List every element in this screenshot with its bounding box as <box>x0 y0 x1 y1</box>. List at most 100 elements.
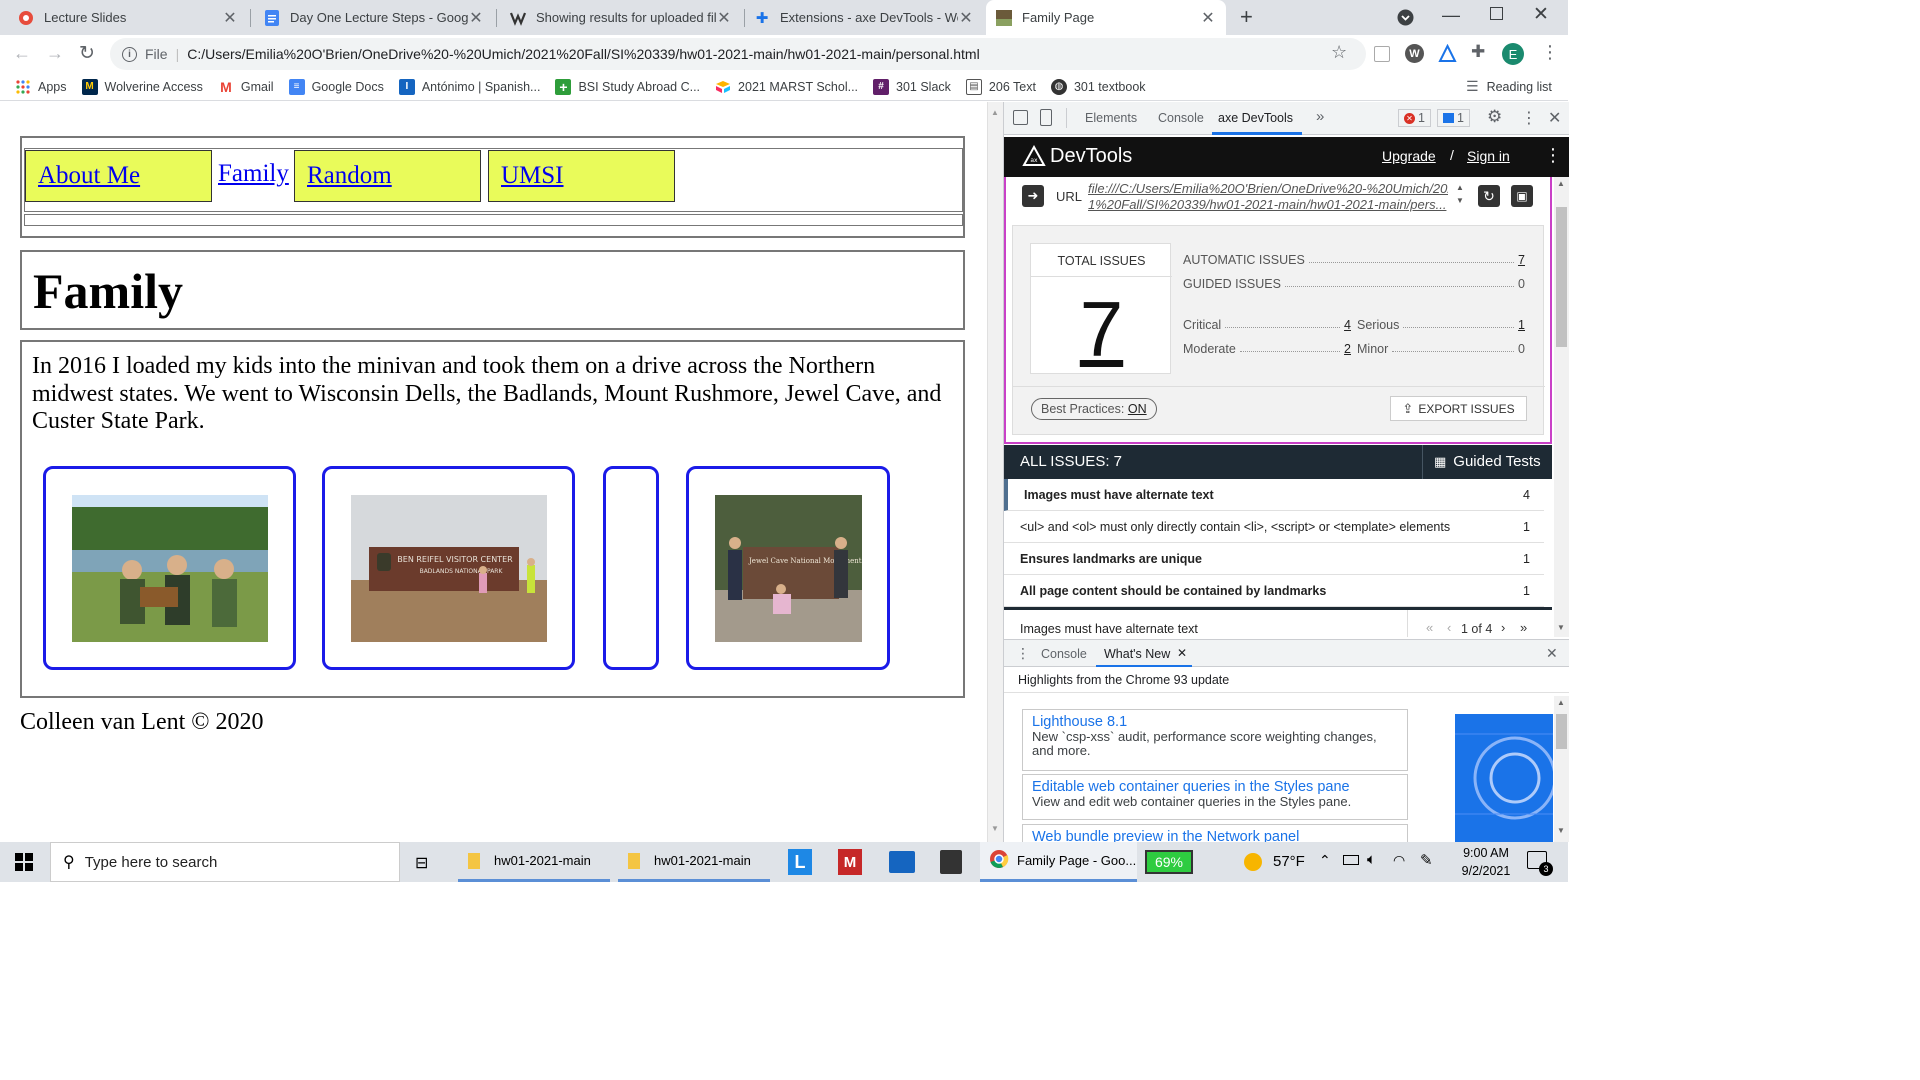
issue-row-landmark-unique[interactable]: Ensures landmarks are unique 1 <box>1004 543 1544 575</box>
nav-link-family[interactable]: Family <box>218 160 289 187</box>
whats-new-card-container-queries[interactable]: Editable web container queries in the St… <box>1022 774 1408 820</box>
best-practices-toggle[interactable]: Best Practices: ON <box>1031 398 1157 420</box>
next-page-icon[interactable]: › <box>1501 620 1505 635</box>
store-icon[interactable] <box>940 850 962 874</box>
battery-meter[interactable]: 69% <box>1145 850 1193 874</box>
tab-console[interactable]: Console <box>1158 111 1204 125</box>
task-view-icon[interactable]: ⊟ <box>415 853 428 873</box>
devtools-settings-gear-icon[interactable]: ⚙ <box>1487 107 1502 127</box>
critical-count[interactable]: 4 <box>1344 318 1351 332</box>
back-icon[interactable]: ← <box>13 43 31 64</box>
axe-menu-icon[interactable]: ⋮ <box>1544 145 1562 166</box>
issue-row-list[interactable]: <ul> and <ol> must only directly contain… <box>1004 511 1544 543</box>
minimize-icon[interactable]: — <box>1442 5 1460 26</box>
tab-axe-devtools[interactable]: axe DevTools <box>1218 111 1293 125</box>
mcafee-icon[interactable]: M <box>838 849 862 875</box>
bookmark-marst[interactable]: 2021 MARST Schol... <box>715 79 858 95</box>
taskbar-folder-2[interactable]: hw01-2021-main <box>618 842 770 882</box>
whats-new-card-lighthouse[interactable]: Lighthouse 8.1 New `csp-xss` audit, perf… <box>1022 709 1408 771</box>
prev-page-icon[interactable]: ‹ <box>1447 620 1451 635</box>
nav-item-umsi[interactable]: UMSI <box>488 150 675 202</box>
tab-results[interactable]: Showing results for uploaded file ✕ <box>500 0 742 35</box>
menu-kebab-icon[interactable]: ⋮ <box>1541 42 1559 63</box>
reload-icon[interactable]: ↻ <box>79 42 95 65</box>
drawer-tab-whats-new[interactable]: What's New <box>1104 647 1170 661</box>
address-bar[interactable]: i File | C:/Users/Emilia%20O'Brien/OneDr… <box>110 38 1366 70</box>
inspect-element-icon[interactable] <box>1013 110 1028 125</box>
total-issues-count[interactable]: 7 <box>1031 284 1172 374</box>
drawer-scrollbar[interactable]: ▲ ▼ <box>1554 696 1569 842</box>
nav-link-random[interactable]: Random <box>307 162 392 190</box>
bookmark-gmail[interactable]: M Gmail <box>218 79 274 95</box>
tab-google-docs[interactable]: Day One Lecture Steps - Google ✕ <box>254 0 494 35</box>
url-text[interactable]: C:/Users/Emilia%20O'Brien/OneDrive%20-%2… <box>187 46 980 62</box>
nav-item-about-me[interactable]: About Me <box>25 150 212 202</box>
tab-family-page[interactable]: Family Page ✕ <box>986 0 1226 35</box>
moderate-count[interactable]: 2 <box>1344 342 1351 356</box>
axe-scrollbar[interactable]: ▲ ▼ <box>1554 177 1569 637</box>
page-vertical-scrollbar[interactable]: ▲ ▼ <box>987 102 1003 842</box>
issue-row-region[interactable]: All page content should be contained by … <box>1004 575 1544 607</box>
restore-icon[interactable] <box>1490 7 1503 20</box>
save-icon[interactable]: ▣ <box>1511 185 1533 207</box>
bookmark-301-slack[interactable]: # 301 Slack <box>873 78 951 95</box>
close-tab-icon[interactable]: ✕ <box>1200 8 1216 28</box>
taskbar-folder-1[interactable]: hw01-2021-main <box>458 842 610 882</box>
drawer-menu-icon[interactable]: ⋮ <box>1016 645 1030 662</box>
message-counter[interactable]: 1 <box>1437 109 1470 127</box>
rescan-icon[interactable]: ↻ <box>1478 185 1500 207</box>
mail-icon[interactable] <box>889 851 915 873</box>
close-tab-icon[interactable]: ✕ <box>716 8 732 28</box>
bookmark-wolverine-access[interactable]: M Wolverine Access <box>81 78 203 95</box>
clock[interactable]: 9:00 AM 9/2/2021 <box>1450 844 1522 880</box>
extensions-puzzle-icon[interactable]: ✚ <box>1471 42 1485 62</box>
bookmark-bsi-study-abroad[interactable]: + BSI Study Abroad C... <box>555 78 700 95</box>
tab-lecture-slides[interactable]: Lecture Slides ✕ <box>8 0 248 35</box>
serious-count[interactable]: 1 <box>1518 318 1525 332</box>
forward-icon[interactable]: → <box>46 43 64 64</box>
close-whats-new-icon[interactable]: ✕ <box>1177 646 1187 660</box>
more-tabs-icon[interactable]: » <box>1316 108 1324 125</box>
close-window-icon[interactable]: ✕ <box>1533 3 1549 26</box>
wifi-icon[interactable]: ◠ <box>1393 852 1405 869</box>
first-page-icon[interactable]: « <box>1426 620 1433 635</box>
weather-sun-icon[interactable] <box>1244 853 1262 871</box>
weather-temp[interactable]: 57°F <box>1273 853 1305 870</box>
reading-list-button[interactable]: ☰ Reading list <box>1466 78 1552 95</box>
profile-avatar[interactable]: E <box>1502 43 1524 65</box>
tab-extensions[interactable]: ✚ Extensions - axe DevTools - Web ✕ <box>744 0 984 35</box>
nav-link-umsi[interactable]: UMSI <box>501 162 564 190</box>
devtools-menu-icon[interactable]: ⋮ <box>1521 108 1537 128</box>
bookmark-star-icon[interactable]: ☆ <box>1331 42 1347 63</box>
volume-icon[interactable]: 🔈︎ <box>1367 851 1376 868</box>
nav-item-family[interactable]: Family <box>218 160 289 188</box>
bookmark-301-textbook[interactable]: ◍ 301 textbook <box>1050 78 1146 95</box>
close-tab-icon[interactable]: ✕ <box>958 8 974 28</box>
close-drawer-icon[interactable]: ✕ <box>1546 645 1558 662</box>
tab-search-icon[interactable] <box>1397 9 1414 29</box>
issue-row-image-alt[interactable]: Images must have alternate text 4 <box>1004 479 1544 511</box>
scanned-url[interactable]: file:///C:/Users/Emilia%20O'Brien/OneDri… <box>1088 181 1448 213</box>
nav-item-random[interactable]: Random <box>294 150 481 202</box>
tab-elements[interactable]: Elements <box>1085 111 1137 125</box>
close-tab-icon[interactable]: ✕ <box>222 8 238 28</box>
sign-in-link[interactable]: Sign in <box>1467 148 1510 164</box>
wordpress-icon[interactable]: W <box>1405 44 1424 63</box>
last-page-icon[interactable]: » <box>1520 620 1527 635</box>
bookmark-antonimo[interactable]: I Antónimo | Spanish... <box>398 78 540 95</box>
nav-link-about-me[interactable]: About Me <box>38 162 140 190</box>
axe-extension-icon[interactable] <box>1438 43 1457 66</box>
error-counter[interactable]: ✕ 1 <box>1398 109 1431 127</box>
device-toolbar-icon[interactable] <box>1040 109 1052 126</box>
bookmark-apps[interactable]: Apps <box>15 79 67 95</box>
devtools-close-icon[interactable]: ✕ <box>1548 108 1561 128</box>
upgrade-link[interactable]: Upgrade <box>1382 148 1436 164</box>
url-expand-icon[interactable]: ▲ ▼ <box>1456 181 1464 207</box>
bookmark-google-docs[interactable]: ≡ Google Docs <box>288 78 384 95</box>
bookmark-206-text[interactable]: ▤ 206 Text <box>965 78 1036 95</box>
new-tab-icon[interactable]: + <box>1240 4 1253 30</box>
battery-icon[interactable] <box>1343 855 1359 865</box>
extension-icon[interactable] <box>1374 46 1390 62</box>
show-hidden-icons-icon[interactable]: ⌃ <box>1319 852 1331 869</box>
pen-icon[interactable]: ✎ <box>1420 851 1433 869</box>
